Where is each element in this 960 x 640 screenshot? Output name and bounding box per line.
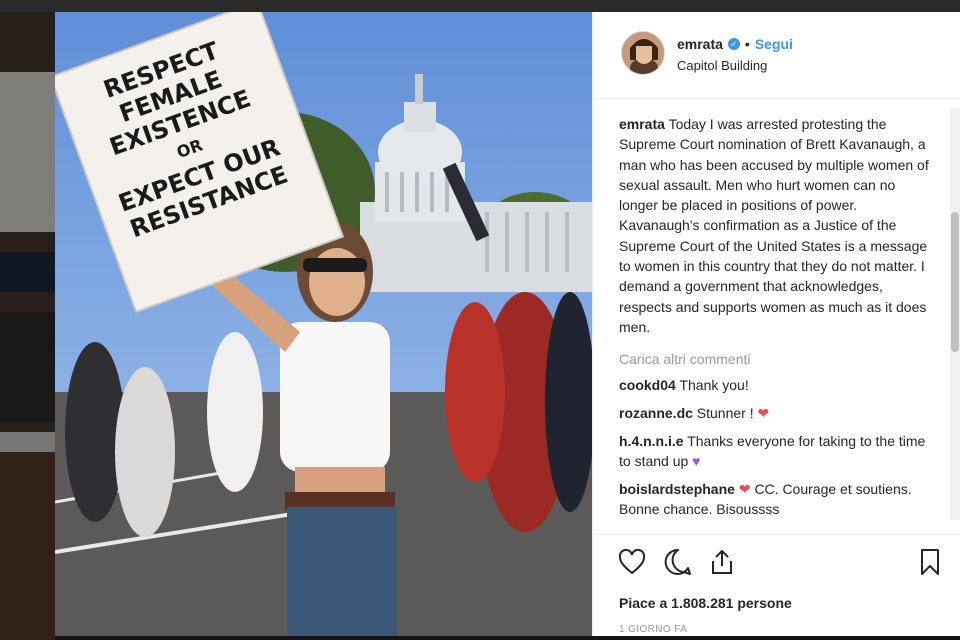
separator-dot: •	[744, 36, 750, 52]
bookmark-icon[interactable]	[915, 547, 945, 577]
follow-button[interactable]: Segui	[755, 36, 793, 52]
share-arrow-icon[interactable]	[707, 547, 737, 577]
heart-outline-icon[interactable]	[617, 547, 647, 577]
load-more-comments-button[interactable]: Carica altri commenti	[619, 351, 949, 367]
instagram-post-viewer: RESPECT FEMALE EXISTENCE OR EXPECT OUR R…	[0, 0, 960, 640]
comment-text: Stunner !	[696, 405, 754, 422]
previous-post-strip[interactable]	[0, 12, 55, 640]
location-link[interactable]: Capitol Building	[677, 58, 767, 73]
post-actions: Piace a 1.808.281 persone 1 GIORNO FA	[593, 534, 960, 636]
avatar-image	[622, 32, 664, 74]
purple-heart-emoji: ♥	[692, 453, 701, 470]
header-user-line: emrata ✓ • Segui	[677, 36, 793, 52]
comments-list[interactable]: emrata Today I was arrested protesting t…	[593, 100, 949, 522]
caption-username[interactable]: emrata	[619, 116, 665, 132]
comment-username[interactable]: rozanne.dc	[619, 405, 693, 421]
post-photo[interactable]: RESPECT FEMALE EXISTENCE OR EXPECT OUR R…	[55, 12, 592, 636]
avatar[interactable]	[621, 31, 665, 75]
red-heart-emoji: ❤	[757, 405, 770, 422]
comment-item: boislardstephane ❤ CC. Courage et soutie…	[619, 479, 929, 519]
dim-overlay	[0, 12, 55, 640]
comment-username[interactable]: boislardstephane	[619, 481, 735, 497]
scrollbar-thumb[interactable]	[951, 212, 959, 352]
comment-username[interactable]: h.4.n.n.i.e	[619, 433, 684, 449]
red-heart-emoji: ❤	[738, 481, 751, 498]
speech-bubble-icon[interactable]	[663, 547, 693, 577]
comment-item: rozanne.dc Stunner ! ❤	[619, 403, 929, 423]
comment-item: h.4.n.n.i.e Thanks everyone for taking t…	[619, 431, 929, 471]
comments-scrollbar[interactable]	[950, 108, 960, 520]
post-header: emrata ✓ • Segui Capitol Building	[593, 12, 960, 99]
likes-count[interactable]: Piace a 1.808.281 persone	[619, 595, 792, 611]
comment-username[interactable]: cookd04	[619, 377, 676, 393]
comment-text: Thank you!	[679, 377, 749, 394]
username-link[interactable]: emrata	[677, 36, 723, 52]
post-caption: emrata Today I was arrested protesting t…	[619, 114, 929, 337]
top-bar	[0, 0, 960, 12]
post-side-panel: emrata ✓ • Segui Capitol Building emrata…	[592, 12, 960, 636]
comment-item: cookd04 Thank you!	[619, 375, 929, 395]
caption-text: Today I was arrested protesting the Supr…	[619, 116, 929, 335]
post-timestamp: 1 GIORNO FA	[619, 624, 688, 635]
verified-badge-icon: ✓	[727, 38, 740, 50]
